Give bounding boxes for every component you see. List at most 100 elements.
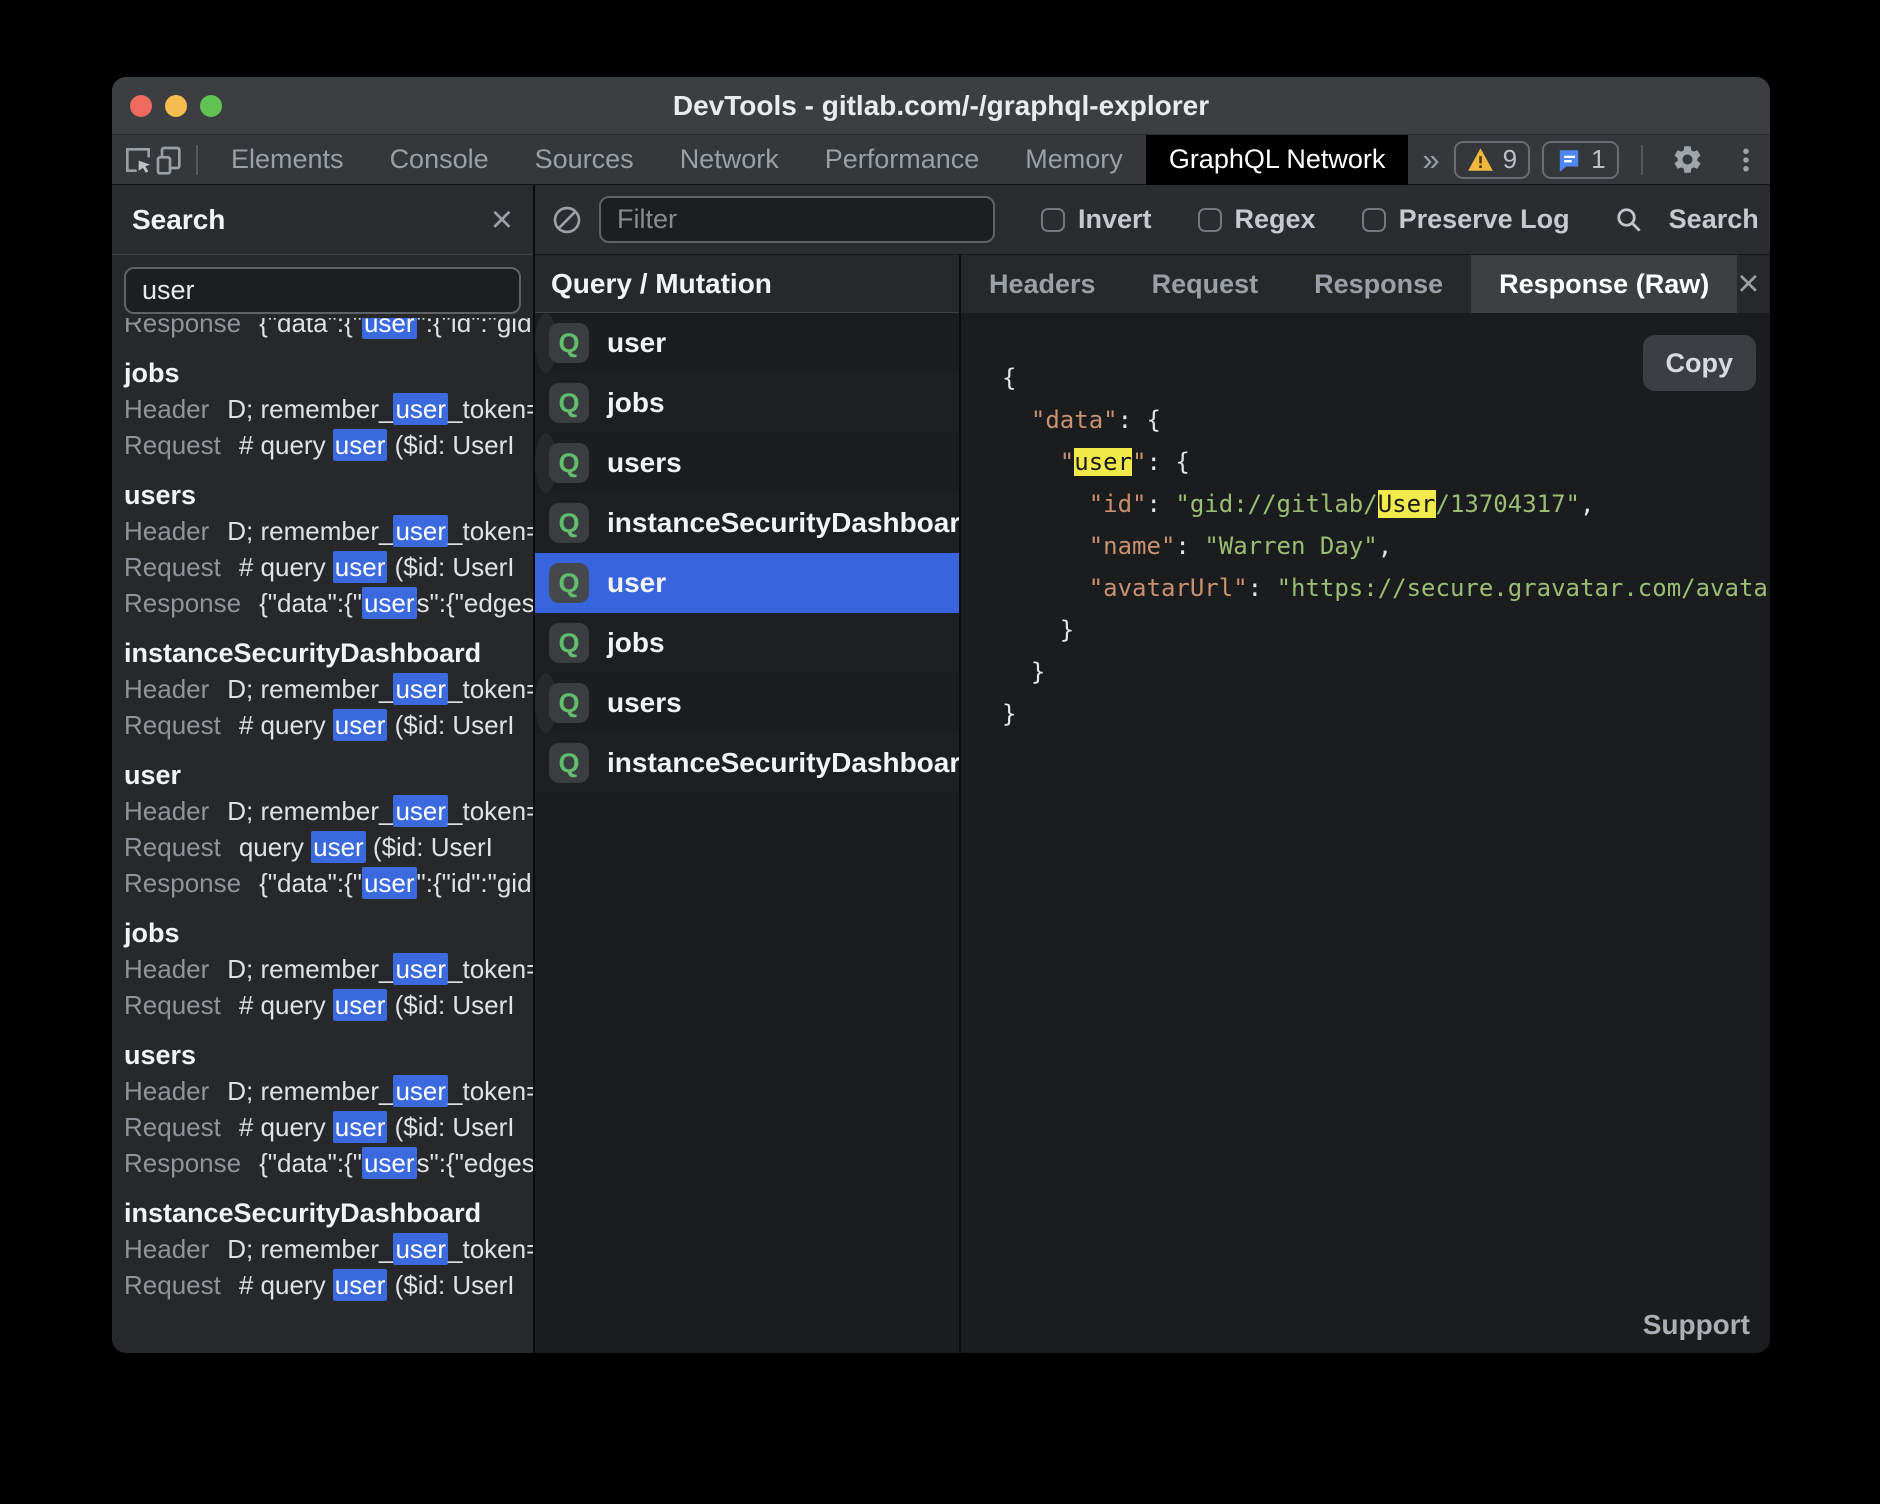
search-result-line[interactable]: Response{"data":{"users":{"edges	[124, 585, 533, 621]
detail-tab-request[interactable]: Request	[1124, 255, 1287, 313]
json-line: }	[1002, 651, 1770, 693]
detail-tab-response-raw[interactable]: Response (Raw)	[1471, 255, 1737, 313]
result-field-label: Header	[124, 954, 209, 984]
query-type-badge: Q	[549, 383, 589, 423]
detail-close-button[interactable]: ×	[1737, 265, 1759, 303]
search-result-line[interactable]: Request# query user ($id: UserI	[124, 427, 533, 463]
search-match-highlight: user	[393, 673, 448, 705]
search-match-highlight: user	[393, 1233, 448, 1265]
result-field-label: Response	[124, 588, 241, 618]
checkbox-preserve-log[interactable]	[1362, 208, 1386, 232]
issues-badge[interactable]: 1	[1542, 141, 1618, 179]
search-result-line[interactable]: Request # query user ($id: UserI	[124, 1267, 533, 1303]
tab-elements[interactable]: Elements	[208, 135, 367, 185]
more-tabs-button[interactable]: »	[1408, 142, 1453, 178]
inspect-element-button[interactable]	[122, 139, 154, 181]
query-list-item-jobs[interactable]: Qjobs	[535, 613, 959, 673]
search-close-button[interactable]: ×	[491, 201, 513, 239]
search-panel-header: Search ×	[112, 185, 533, 255]
detail-tab-headers[interactable]: Headers	[961, 255, 1124, 313]
query-list-item-users[interactable]: Qusers	[535, 433, 557, 493]
devtools-tab-strip: ElementsConsoleSourcesNetworkPerformance…	[208, 135, 1408, 185]
search-result-line[interactable]: HeaderD; remember_user_token=e	[124, 671, 533, 707]
json-line: "data": {	[1002, 399, 1770, 441]
filter-option-regex[interactable]: Regex	[1198, 204, 1316, 235]
query-list-item-jobs[interactable]: Qjobs	[535, 373, 959, 433]
settings-button[interactable]	[1665, 139, 1711, 181]
warnings-badge[interactable]: 9	[1454, 141, 1530, 179]
search-result-line[interactable]: HeaderD; remember_user_token=e	[124, 793, 533, 829]
query-type-badge: Q	[549, 563, 589, 603]
search-result-line[interactable]: Requestquery user ($id: UserI	[124, 829, 533, 865]
search-result-line[interactable]: HeaderD; remember_user_token=e	[124, 1231, 533, 1267]
tab-console[interactable]: Console	[367, 135, 512, 185]
search-result-group: jobsHeaderD; remember_user_token=eReques…	[124, 355, 533, 463]
search-match-highlight: user	[333, 989, 388, 1021]
search-result-line[interactable]: HeaderD; remember_user_token=e	[124, 513, 533, 549]
result-value: D; remember_user_token=e	[227, 515, 533, 547]
result-value: query user ($id: UserI	[239, 831, 493, 863]
search-result-line[interactable]: Request# query user ($id: UserI	[124, 1109, 533, 1145]
search-result-line[interactable]: Response{"data":{"user":{"id":"gid	[124, 865, 533, 901]
filter-option-invert[interactable]: Invert	[1041, 204, 1152, 235]
search-result-line[interactable]: Request# query user ($id: UserI	[124, 987, 533, 1023]
search-match-highlight: user	[362, 867, 417, 899]
block-clear-icon[interactable]	[551, 204, 583, 236]
filter-option-preserve-log[interactable]: Preserve Log	[1362, 204, 1570, 235]
search-result-line[interactable]: HeaderD; remember_user_token=e	[124, 1073, 533, 1109]
network-search-button[interactable]: Search	[1614, 204, 1759, 235]
detail-tab-response[interactable]: Response	[1286, 255, 1471, 313]
query-name: user	[607, 567, 666, 599]
device-toolbar-button[interactable]	[154, 139, 186, 181]
query-list-item-user[interactable]: Quser	[535, 313, 557, 373]
search-result-group: jobsHeaderD; remember_user_token=eReques…	[124, 915, 533, 1023]
result-value: {"data":{"user":{"id":"gid	[259, 867, 531, 899]
search-result-line[interactable]: HeaderD; remember_user_token=e	[124, 391, 533, 427]
result-field-label: Request	[124, 430, 221, 460]
query-list-header: Query / Mutation	[535, 255, 959, 313]
search-input[interactable]	[124, 267, 521, 314]
search-result-line[interactable]: Response{"data":{"users":{"edges	[124, 1145, 533, 1181]
window-title: DevTools - gitlab.com/-/graphql-explorer	[112, 90, 1770, 122]
search-result-group: user HeaderD; remember_user_token=eReques…	[124, 757, 533, 901]
query-list-item-user[interactable]: Quser	[535, 553, 959, 613]
device-toolbar-icon	[154, 144, 186, 176]
detail-tabbar: HeadersRequestResponseResponse (Raw) ×	[961, 255, 1770, 313]
search-result-line[interactable]: Response{"data":{"user":{"id":"gid	[124, 318, 533, 341]
query-list-item-users[interactable]: Qusers	[535, 673, 557, 733]
checkbox-regex[interactable]	[1198, 208, 1222, 232]
checkbox-invert[interactable]	[1041, 208, 1065, 232]
more-options-button[interactable]	[1723, 139, 1769, 181]
devtools-tabbar: ElementsConsoleSourcesNetworkPerformance…	[112, 135, 1770, 185]
search-group-title: instanceSecurityDashboard	[124, 1195, 533, 1231]
tab-network[interactable]: Network	[657, 135, 802, 185]
tab-memory[interactable]: Memory	[1002, 135, 1146, 185]
tab-graphql-network[interactable]: GraphQL Network	[1146, 135, 1409, 185]
json-search-highlight: User	[1378, 490, 1436, 518]
result-value: D; remember_user_token=e	[227, 795, 533, 827]
devtools-window: DevTools - gitlab.com/-/graphql-explorer…	[112, 77, 1770, 1353]
filter-input[interactable]	[599, 196, 995, 243]
query-list-item-instancesecuritydashboard[interactable]: QinstanceSecurityDashboard	[535, 493, 959, 553]
search-tool-label: Search	[1669, 204, 1759, 235]
search-result-line[interactable]: Request# query user ($id: UserI	[124, 707, 533, 743]
filter-checkboxes: Invert Regex Preserve Log	[1041, 204, 1570, 235]
search-match-highlight: user	[333, 709, 388, 741]
search-group-title: jobs	[124, 355, 533, 391]
json-search-highlight: user	[1074, 448, 1132, 476]
query-name: users	[607, 447, 682, 479]
support-link[interactable]: Support	[1643, 1309, 1750, 1341]
search-result-group: instanceSecurityDashboardHeaderD; rememb…	[124, 635, 533, 743]
result-field-label: Header	[124, 1234, 209, 1264]
tab-sources[interactable]: Sources	[512, 135, 657, 185]
result-value: # query user ($id: UserI	[239, 1269, 515, 1301]
query-list: QuserQjobsQusersQinstanceSecurityDashboa…	[535, 313, 959, 1353]
tab-performance[interactable]: Performance	[802, 135, 1003, 185]
warning-icon	[1467, 147, 1494, 172]
result-field-label: Request	[124, 1270, 221, 1300]
search-match-highlight: user	[333, 551, 388, 583]
search-result-line[interactable]: Request# query user ($id: UserI	[124, 549, 533, 585]
search-group-title: users	[124, 477, 533, 513]
search-result-line[interactable]: HeaderD; remember_user_token=e	[124, 951, 533, 987]
query-list-item-instancesecuritydashboard[interactable]: QinstanceSecurityDashboard	[535, 733, 959, 793]
